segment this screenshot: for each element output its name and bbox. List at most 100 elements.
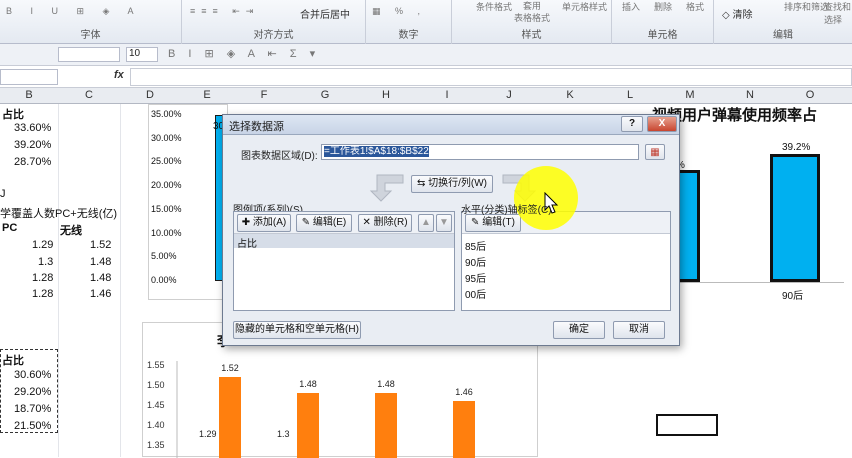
cell-pc-2[interactable]: 1.3 [38, 256, 53, 268]
cell-wl-4[interactable]: 1.46 [90, 288, 111, 300]
formula-bar: fx [0, 66, 852, 88]
col-header-f[interactable]: F [234, 89, 294, 101]
insert-button[interactable]: 插入 [622, 0, 640, 13]
cell-wl-1[interactable]: 1.52 [90, 239, 111, 251]
pc-data-label: 1.29 [199, 429, 217, 439]
y-tick-label: 25.00% [151, 156, 182, 167]
cell-b2-value-3[interactable]: 18.70% [14, 403, 51, 415]
name-box[interactable] [0, 69, 58, 85]
y-tick-label: 1.45 [147, 400, 165, 410]
cell-b2-value-2[interactable]: 29.20% [14, 386, 51, 398]
cell-pc-4[interactable]: 1.28 [32, 288, 53, 300]
range-input[interactable]: =工作表1!$A$18:$B$22 [321, 144, 639, 160]
find-select-button[interactable]: 查找和选择 [824, 0, 852, 26]
align-buttons[interactable]: ≡≡≡ ⇤⇥ [190, 6, 259, 17]
col-header-k[interactable]: K [540, 89, 600, 101]
edit-series-button[interactable]: ✎ 编辑(E) [296, 214, 352, 232]
chart-percentage[interactable]: 35.00% 30.00% 25.00% 20.00% 15.00% 10.00% 5.00… [148, 104, 228, 300]
y-tick-label: 0.00% [151, 275, 177, 285]
cell-pc-1[interactable]: 1.29 [32, 239, 53, 251]
delete-series-label: 删除(R) [373, 217, 408, 228]
number-buttons[interactable]: ▦ % , [372, 6, 426, 17]
wireless-bar [297, 393, 319, 458]
y-tick-label: 1.50 [147, 380, 165, 390]
axis-category-item[interactable]: 00后 [465, 286, 486, 301]
range-collapse-icon[interactable]: ▦ [645, 144, 665, 160]
cell-b2-value-1[interactable]: 30.60% [14, 369, 51, 381]
move-down-icon[interactable]: ▼ [436, 214, 452, 232]
cell-j-label[interactable]: J [0, 188, 6, 200]
edit-group: ◇ 清除 排序和筛选 查找和选择 编辑 [714, 0, 852, 44]
cell-wl-2[interactable]: 1.48 [90, 256, 111, 268]
col-header-e[interactable]: E [180, 89, 234, 101]
cancel-button[interactable]: 取消 [613, 321, 665, 339]
hidden-empty-cells-button[interactable]: 隐藏的单元格和空单元格(H) [233, 321, 361, 339]
y-tick-label: 10.00% [151, 227, 182, 238]
merge-center-button[interactable]: 合并后居中 [300, 6, 350, 21]
danmaku-bar-1 [678, 170, 700, 282]
ok-button[interactable]: 确定 [553, 321, 605, 339]
close-icon[interactable]: X [647, 116, 677, 132]
col-header-c[interactable]: C [58, 89, 120, 101]
fx-icon[interactable]: fx [114, 69, 124, 81]
cell-wl-3[interactable]: 1.48 [90, 272, 111, 284]
add-series-button[interactable]: ✚ 添加(A) [237, 214, 291, 232]
axis-category-item[interactable]: 90后 [465, 254, 486, 269]
legend-toolbar: ✚ 添加(A) ✎ 编辑(E) ✕ 删除(R) ▲ ▼ [234, 212, 454, 234]
help-icon[interactable]: ? [621, 116, 643, 132]
cells-group-label: 单元格 [647, 30, 678, 41]
col-header-h[interactable]: H [356, 89, 416, 101]
formula-input[interactable] [130, 68, 852, 86]
sort-filter-button[interactable]: 排序和筛选 [784, 0, 829, 13]
move-up-icon[interactable]: ▲ [418, 214, 434, 232]
col-header-i[interactable]: I [416, 89, 478, 101]
clear-button[interactable]: ◇ 清除 [722, 6, 752, 21]
cell-pc-3[interactable]: 1.28 [32, 272, 53, 284]
bar-data-label: 1.48 [299, 379, 317, 389]
cell-b-value-3[interactable]: 28.70% [14, 156, 51, 168]
font-name-box[interactable] [58, 47, 120, 62]
chart-danmaku[interactable]: 视频用户弹幕使用频率占 % 39.2% 90后 [652, 104, 852, 310]
cell-b2-header[interactable]: 占比 [2, 352, 24, 368]
conditional-format-button[interactable]: 条件格式 [476, 0, 512, 13]
edit-group-label: 编辑 [773, 30, 793, 41]
axis-category-item[interactable]: 95后 [465, 270, 486, 285]
col-header-b[interactable]: B [0, 89, 58, 101]
bar-data-label: 1.52 [221, 363, 239, 373]
cell-pc-header[interactable]: PC [2, 222, 17, 234]
cell-b-header[interactable]: 占比 [2, 106, 24, 122]
col-header-o[interactable]: O [780, 89, 840, 101]
col-header-j[interactable]: J [478, 89, 540, 101]
wireless-bar [219, 377, 241, 458]
column-headers: B C D E F G H I J K L M N O [0, 88, 852, 104]
y-tick-label: 30.00% [151, 132, 182, 143]
col-header-n[interactable]: N [720, 89, 780, 101]
number-group-label: 数字 [398, 30, 419, 41]
switch-row-col-button[interactable]: ⇆ 切换行/列(W) [411, 175, 493, 193]
font-style-buttons[interactable]: B I U ⊞ ◈ A [6, 6, 141, 17]
col-header-g[interactable]: G [294, 89, 356, 101]
series-row-selected[interactable]: 占比 [234, 234, 454, 250]
delete-button[interactable]: 删除 [654, 0, 672, 13]
cell-wireless-header[interactable]: 无线 [60, 222, 82, 238]
edit-axis-button[interactable]: ✎ 编辑(T) [465, 214, 521, 232]
format-button[interactable]: 格式 [686, 0, 704, 13]
cell-b-value-2[interactable]: 39.20% [14, 139, 51, 151]
col-header-d[interactable]: D [120, 89, 180, 101]
cell-b2-value-4[interactable]: 21.50% [14, 420, 51, 432]
align-group-label: 对齐方式 [253, 30, 294, 41]
delete-series-button[interactable]: ✕ 删除(R) [358, 214, 412, 232]
selected-cell[interactable] [656, 414, 718, 436]
col-header-m[interactable]: M [660, 89, 720, 101]
font-size-box[interactable]: 10 [126, 47, 158, 62]
quick-format-buttons[interactable]: B I ⊞ ◈ A ⇤ Σ ▾ [168, 47, 320, 60]
legend-series-panel: ✚ 添加(A) ✎ 编辑(E) ✕ 删除(R) ▲ ▼ 占比 [233, 211, 455, 311]
col-header-l[interactable]: L [600, 89, 660, 101]
cell-style-button[interactable]: 单元格样式 [562, 0, 607, 13]
table-format-button[interactable]: 套用 表格格式 [514, 0, 550, 24]
quick-toolbar: 10 B I ⊞ ◈ A ⇤ Σ ▾ [0, 44, 852, 66]
axis-labels-panel: ✎ 编辑(T) 85后 90后 95后 00后 [461, 211, 671, 311]
cell-coverage-text[interactable]: 学覆盖人数PC+无线(亿) [0, 205, 117, 221]
axis-category-item[interactable]: 85后 [465, 238, 486, 253]
cell-b-value-1[interactable]: 33.60% [14, 122, 51, 134]
